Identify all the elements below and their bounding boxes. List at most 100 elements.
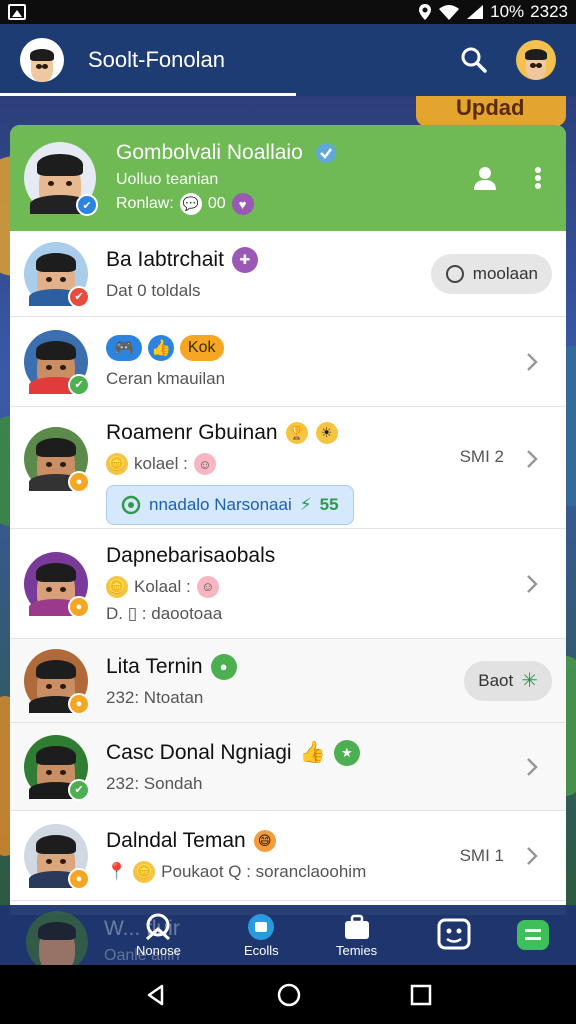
busy-status-icon: ✔ bbox=[68, 285, 90, 308]
avatar-face bbox=[30, 49, 54, 82]
status-bar: 10% 2323 bbox=[0, 0, 576, 24]
clock: 2323 bbox=[530, 2, 568, 21]
contact-message: Dat 0 toldals bbox=[106, 280, 201, 300]
contact-avatar[interactable]: ● bbox=[24, 823, 90, 890]
contact-meta: SMI 1 bbox=[459, 845, 504, 865]
nav-social-label: Ecolls bbox=[244, 943, 279, 958]
thumbs-up-icon: 👍 bbox=[299, 740, 326, 764]
home-chat-icon bbox=[146, 913, 171, 941]
coins-icon: 🪙 bbox=[106, 453, 128, 475]
chat-row[interactable]: ✔ Casc Donal Ngniagi 👍 ★ 232: Sondah bbox=[10, 723, 566, 811]
face-icon: ☺ bbox=[193, 453, 216, 475]
trophy-icon: 🏆 bbox=[285, 422, 308, 444]
star-badge-icon: ★ bbox=[333, 739, 360, 766]
emoji-face-icon: 😄 bbox=[253, 829, 276, 852]
nav-menu[interactable] bbox=[516, 919, 550, 951]
verified-badge-icon: ✔ bbox=[76, 194, 98, 216]
signal-icon bbox=[467, 5, 484, 19]
peek-avatar bbox=[26, 911, 88, 973]
chat-row[interactable]: ● Dapnebarisaobals 🪙 Kolaal : ☺ D. ▯ : d… bbox=[10, 529, 566, 639]
featured-avatar[interactable]: ✔ bbox=[24, 142, 98, 216]
chevron-right-icon[interactable] bbox=[522, 846, 542, 866]
chat-row[interactable]: ● Lita Ternin ● 232: Ntoatan Baot ✳ bbox=[10, 639, 566, 723]
contact-name: Casc Donal Ngniagi bbox=[106, 740, 292, 764]
header-avatar[interactable] bbox=[20, 38, 64, 82]
home-icon[interactable] bbox=[276, 982, 302, 1008]
coins-icon: 🪙 bbox=[106, 575, 128, 598]
contact-tag: Kok bbox=[179, 334, 224, 361]
nav-teams-label: Temies bbox=[336, 943, 378, 958]
contact-message: kolael : bbox=[134, 454, 188, 473]
profile-avatar[interactable] bbox=[516, 40, 556, 80]
back-icon[interactable] bbox=[144, 983, 168, 1007]
nav-games[interactable] bbox=[436, 917, 472, 951]
contact-avatar[interactable]: ● bbox=[24, 648, 90, 715]
away-status-icon: ● bbox=[68, 692, 90, 715]
wifi-icon bbox=[439, 5, 460, 20]
boost-button[interactable]: Baot ✳ bbox=[464, 660, 552, 701]
message-icon bbox=[445, 264, 464, 283]
message-button[interactable]: moolaan bbox=[430, 253, 552, 294]
contact-meta: SMI 2 bbox=[459, 447, 504, 466]
chevron-right-icon[interactable] bbox=[522, 757, 542, 777]
contact-name: Dalndal Teman bbox=[106, 828, 246, 852]
add-friend-icon[interactable] bbox=[472, 165, 498, 191]
featured-label: Ronlaw: bbox=[116, 195, 174, 212]
chat-bubble-icon: 💬 bbox=[179, 193, 202, 215]
contact-avatar[interactable]: ✔ bbox=[24, 241, 90, 308]
recent-apps-icon[interactable] bbox=[410, 984, 432, 1006]
chat-row[interactable]: ✔ Ba Iabtrchait ✚ Dat 0 toldals moolaan bbox=[10, 231, 566, 317]
contact-name: Dapnebarisaobals bbox=[106, 543, 276, 567]
chat-list: ✔ Gombolvali Noallaio Uolluo teanian Ron… bbox=[10, 125, 566, 915]
contact-message: Poukaot Q : soranclaoohim bbox=[161, 861, 367, 881]
social-icon bbox=[248, 914, 275, 940]
heart-icon: ♥ bbox=[231, 193, 254, 215]
lightning-icon: ⚡ bbox=[299, 495, 312, 514]
nav-teams[interactable]: Temies bbox=[336, 913, 377, 958]
message-button-label: moolaan bbox=[472, 263, 538, 283]
chevron-right-icon[interactable] bbox=[522, 574, 542, 594]
contact-message: 232: Sondah bbox=[106, 773, 203, 793]
achievement-chip[interactable]: nnadalo Narsonaai ⚡ 55 bbox=[106, 485, 354, 525]
nav-social[interactable]: Ecolls bbox=[244, 913, 279, 958]
nav-home[interactable]: Nonose bbox=[136, 913, 181, 958]
contact-message: 232: Ntoatan bbox=[106, 687, 204, 707]
featured-contact[interactable]: ✔ Gombolvali Noallaio Uolluo teanian Ron… bbox=[10, 125, 566, 231]
more-options-icon[interactable] bbox=[534, 166, 542, 190]
contact-name: Roamenr Gbuinan bbox=[106, 421, 278, 444]
contact-name: Ba Iabtrchait bbox=[106, 247, 224, 271]
chevron-right-icon[interactable] bbox=[522, 352, 542, 372]
away-status-icon: ● bbox=[68, 595, 90, 618]
battery-level: 10% bbox=[490, 2, 525, 21]
contact-avatar[interactable]: ✔ bbox=[24, 734, 90, 801]
menu-icon bbox=[517, 920, 549, 950]
app-title: Soolt-Fonolan bbox=[88, 47, 225, 72]
chevron-right-icon[interactable] bbox=[522, 449, 542, 469]
system-navigation-bar bbox=[0, 965, 576, 1024]
featured-name: Gombolvali Noallaio bbox=[116, 141, 303, 164]
contact-name: Lita Ternin bbox=[106, 654, 203, 678]
contact-avatar[interactable]: ● bbox=[24, 427, 90, 493]
briefcase-icon bbox=[344, 914, 369, 939]
search-icon bbox=[461, 47, 487, 73]
featured-count: 00 bbox=[207, 195, 226, 212]
face-icon: ☺ bbox=[196, 575, 219, 598]
search-button[interactable] bbox=[454, 40, 494, 80]
contact-avatar[interactable]: ✔ bbox=[24, 329, 90, 396]
game-face-icon bbox=[437, 918, 471, 950]
game-tag-icon: 🎮 bbox=[106, 334, 142, 361]
target-icon bbox=[121, 495, 141, 515]
contact-avatar[interactable]: ● bbox=[24, 551, 90, 618]
app-header: Soolt-Fonolan bbox=[0, 24, 576, 96]
sun-icon: ☀ bbox=[315, 422, 338, 444]
chat-row[interactable]: ✔ 🎮 👍 Kok Ceran kmauilan bbox=[10, 317, 566, 407]
chat-row[interactable]: ● Roamenr Gbuinan 🏆 ☀ 🪙 kolael : ☺ nnada… bbox=[10, 407, 566, 529]
contact-message: Kolaal : bbox=[134, 576, 191, 596]
featured-status: Uolluo teanian bbox=[116, 171, 219, 188]
like-tag-icon: 👍 bbox=[147, 334, 174, 361]
boost-button-label: Baot bbox=[478, 670, 514, 690]
chat-row[interactable]: ● Dalndal Teman 😄 📍 🪙 Poukaot Q : soranc… bbox=[10, 811, 566, 901]
verified-icon bbox=[315, 143, 336, 163]
sparkle-icon: ✳ bbox=[521, 670, 538, 692]
online-badge-icon: ● bbox=[210, 653, 237, 680]
